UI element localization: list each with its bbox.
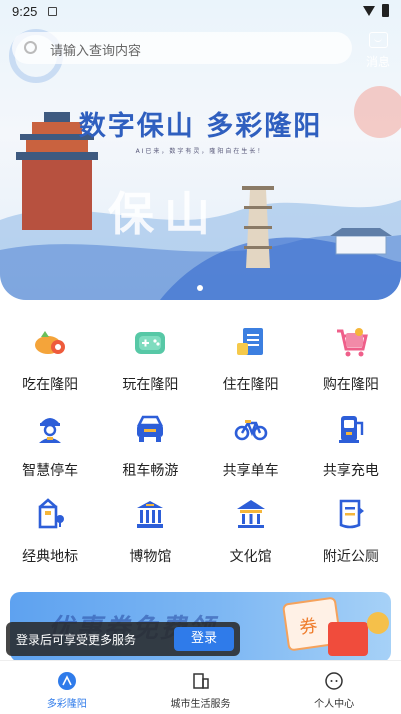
search-placeholder: 请输入查询内容 (50, 44, 142, 59)
car-rental-icon (133, 411, 167, 445)
coin-icon (367, 612, 389, 634)
status-bar: 9:25 (0, 0, 401, 24)
service-play[interactable]: 玩在隆阳 (100, 318, 200, 404)
search-icon (24, 41, 37, 54)
service-parking[interactable]: 智慧停车 (0, 404, 100, 490)
login-toast-text: 登录后可享受更多服务 (16, 633, 137, 647)
service-label: 租车畅游 (122, 463, 179, 479)
service-row: 吃在隆阳 玩在隆阳 住在隆阳 购在隆阳 (0, 318, 401, 404)
landmark-icon (33, 497, 67, 531)
service-toilet[interactable]: 附近公厕 (301, 490, 401, 576)
hero-big-text: 保山 (108, 187, 220, 241)
parking-attendant-icon (33, 411, 67, 445)
service-label: 住在隆阳 (222, 377, 279, 393)
hero-subtitle: AI已来，数字有灵，隆阳自在生长！ (135, 148, 266, 155)
search-bar[interactable]: 请输入查询内容 (12, 32, 352, 64)
service-label: 博物馆 (129, 549, 172, 565)
profile-icon (324, 671, 344, 691)
hotel-icon (234, 325, 268, 359)
service-grid: 吃在隆阳 玩在隆阳 住在隆阳 购在隆阳 智慧停车 租车畅游 共享单车 共享充电 … (0, 318, 401, 576)
login-toast: 登录后可享受更多服务 登录 (6, 622, 240, 656)
home-icon (57, 671, 77, 691)
service-shopping[interactable]: 购在隆阳 (301, 318, 401, 404)
culture-hall-icon (234, 497, 268, 531)
nav-label: 多彩隆阳 (46, 699, 87, 710)
status-time: 9:25 (12, 4, 38, 19)
service-culture-hall[interactable]: 文化馆 (201, 490, 301, 576)
service-food[interactable]: 吃在隆阳 (0, 318, 100, 404)
service-label: 经典地标 (22, 549, 79, 565)
service-bike[interactable]: 共享单车 (201, 404, 301, 490)
red-envelope-icon (328, 622, 368, 656)
login-button[interactable]: 登录 (174, 627, 234, 651)
museum-icon (133, 497, 167, 531)
service-label: 共享充电 (322, 463, 379, 479)
nav-label: 城市生活服务 (170, 699, 231, 710)
food-icon (33, 325, 67, 359)
service-charging[interactable]: 共享充电 (301, 404, 401, 490)
service-label: 智慧停车 (22, 463, 79, 479)
charging-station-icon (334, 411, 368, 445)
coupon-char: 券 (298, 615, 319, 639)
toilet-icon (334, 497, 368, 531)
wifi-icon (363, 6, 375, 16)
message-icon (368, 32, 388, 48)
messages-label: 消息 (365, 55, 390, 69)
service-car-rental[interactable]: 租车畅游 (100, 404, 200, 490)
gamepad-icon (133, 325, 167, 359)
battery-icon (382, 4, 389, 17)
shopping-cart-icon (334, 325, 368, 359)
service-label: 附近公厕 (322, 549, 379, 565)
service-landmark[interactable]: 经典地标 (0, 490, 100, 576)
nav-home[interactable]: 多彩隆阳 (0, 661, 134, 714)
service-label: 购在隆阳 (322, 377, 379, 393)
service-label: 吃在隆阳 (22, 377, 79, 393)
nav-profile[interactable]: 个人中心 (267, 661, 401, 714)
service-label: 文化馆 (229, 549, 272, 565)
messages-button[interactable]: 消息 (360, 32, 396, 72)
service-museum[interactable]: 博物馆 (100, 490, 200, 576)
service-label: 玩在隆阳 (122, 377, 179, 393)
sim-icon (48, 7, 57, 16)
nav-city-services[interactable]: 城市生活服务 (134, 661, 268, 714)
bottom-nav: 多彩隆阳 城市生活服务 个人中心 (0, 660, 401, 714)
city-services-icon (191, 671, 211, 691)
service-label: 共享单车 (222, 463, 279, 479)
service-hotel[interactable]: 住在隆阳 (201, 318, 301, 404)
bicycle-icon (234, 411, 268, 445)
nav-label: 个人中心 (314, 699, 355, 710)
service-row: 经典地标 博物馆 文化馆 附近公厕 (0, 490, 401, 576)
service-row: 智慧停车 租车畅游 共享单车 共享充电 (0, 404, 401, 490)
hero-title: 数字保山 多彩隆阳 (78, 111, 323, 142)
